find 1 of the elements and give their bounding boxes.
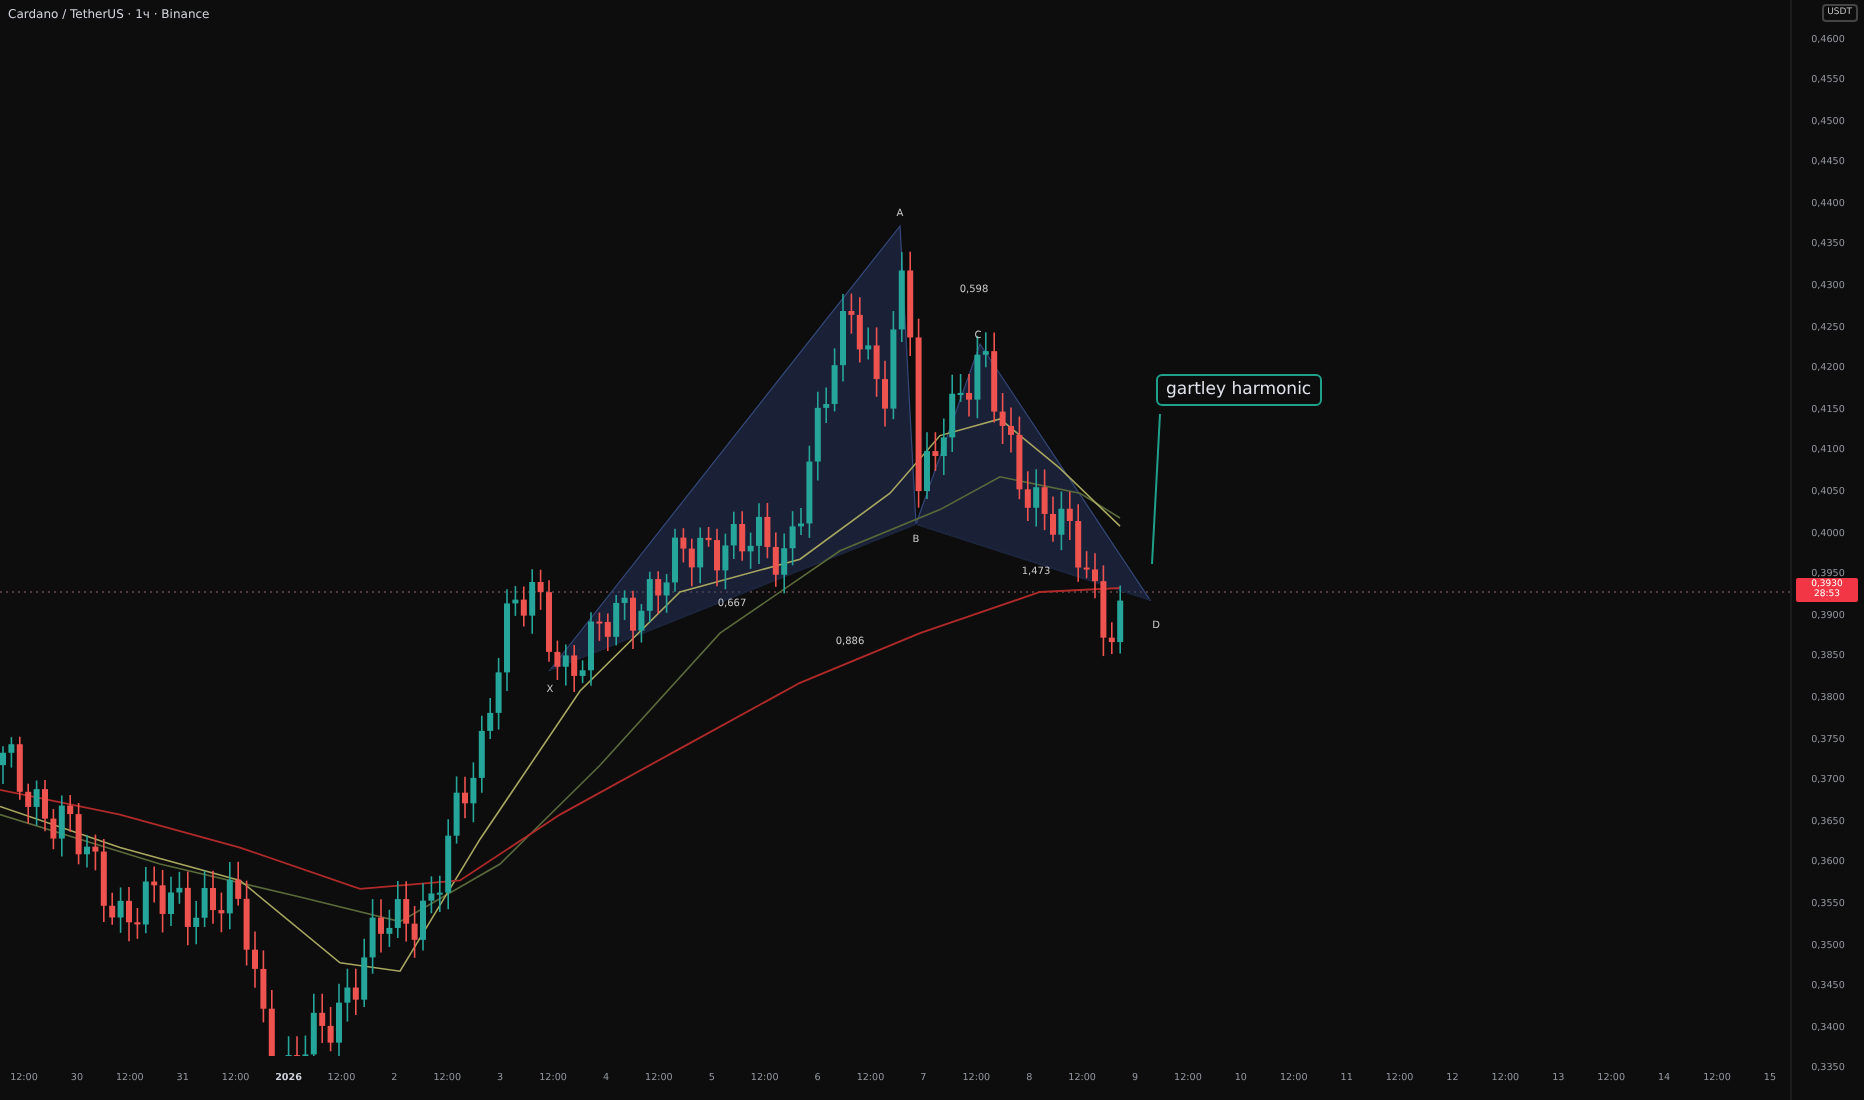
chart-annotation: gartley harmonic — [1156, 374, 1322, 406]
